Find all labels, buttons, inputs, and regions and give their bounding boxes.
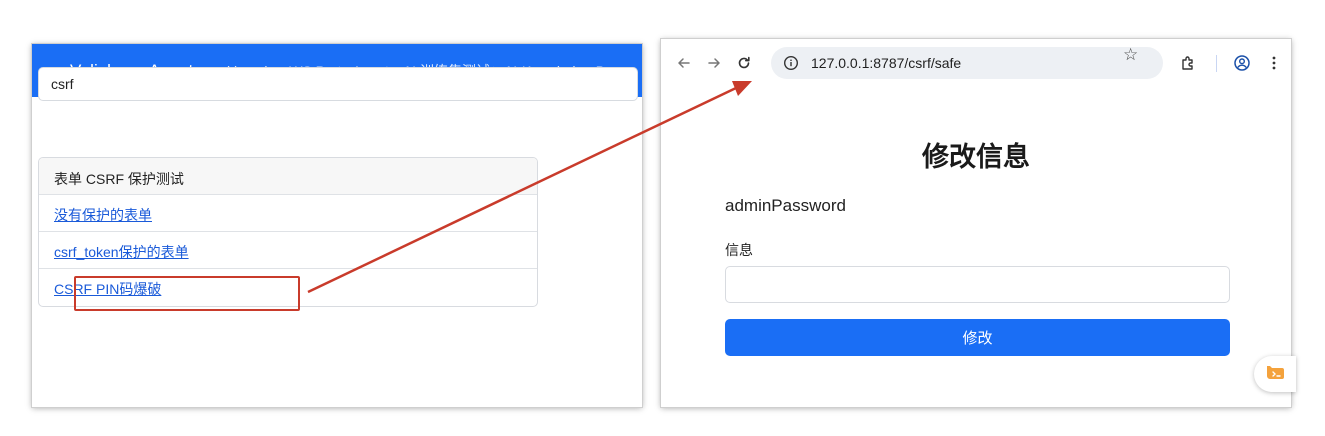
list-item-csrf-token-form[interactable]: csrf_token保护的表单 (39, 232, 537, 269)
assistant-icon[interactable] (1264, 363, 1288, 386)
link-csrf-pin-brute[interactable]: CSRF PIN码爆破 (54, 281, 161, 297)
link-csrf-token-form[interactable]: csrf_token保护的表单 (54, 244, 189, 260)
url-text[interactable]: 127.0.0.1:8787/csrf/safe (811, 55, 961, 71)
list-header: 表单 CSRF 保护测试 (39, 158, 537, 195)
reload-icon[interactable] (729, 48, 759, 78)
csrf-test-list: 表单 CSRF 保护测试 没有保护的表单 csrf_token保护的表单 CSR… (38, 157, 538, 307)
forward-icon[interactable] (699, 48, 729, 78)
star-icon[interactable]: ☆ (1123, 45, 1138, 65)
profile-icon[interactable] (1227, 48, 1257, 78)
browser-toolbar: 127.0.0.1:8787/csrf/safe ☆ (661, 39, 1291, 87)
link-unprotected-form[interactable]: 没有保护的表单 (54, 207, 152, 223)
page-title: 修改信息 (922, 142, 1030, 172)
toolbar-separator (1216, 55, 1217, 72)
address-bar[interactable]: 127.0.0.1:8787/csrf/safe (771, 47, 1163, 79)
list-item-csrf-pin-brute[interactable]: CSRF PIN码爆破 (39, 269, 537, 306)
username-text: adminPassword (725, 196, 846, 215)
info-field-label: 信息 (725, 242, 753, 258)
right-browser-window: 127.0.0.1:8787/csrf/safe ☆ 修改信息 adminPas… (661, 39, 1291, 407)
assistant-widget[interactable] (1254, 356, 1296, 392)
menu-icon[interactable] (1259, 48, 1289, 78)
extensions-icon[interactable] (1173, 48, 1203, 78)
back-icon[interactable] (669, 48, 699, 78)
list-item-unprotected-form[interactable]: 没有保护的表单 (39, 195, 537, 232)
submit-button[interactable]: 修改 (725, 319, 1230, 356)
info-icon[interactable] (781, 53, 801, 73)
info-input[interactable] (725, 266, 1230, 303)
search-input[interactable]: csrf (38, 67, 638, 101)
